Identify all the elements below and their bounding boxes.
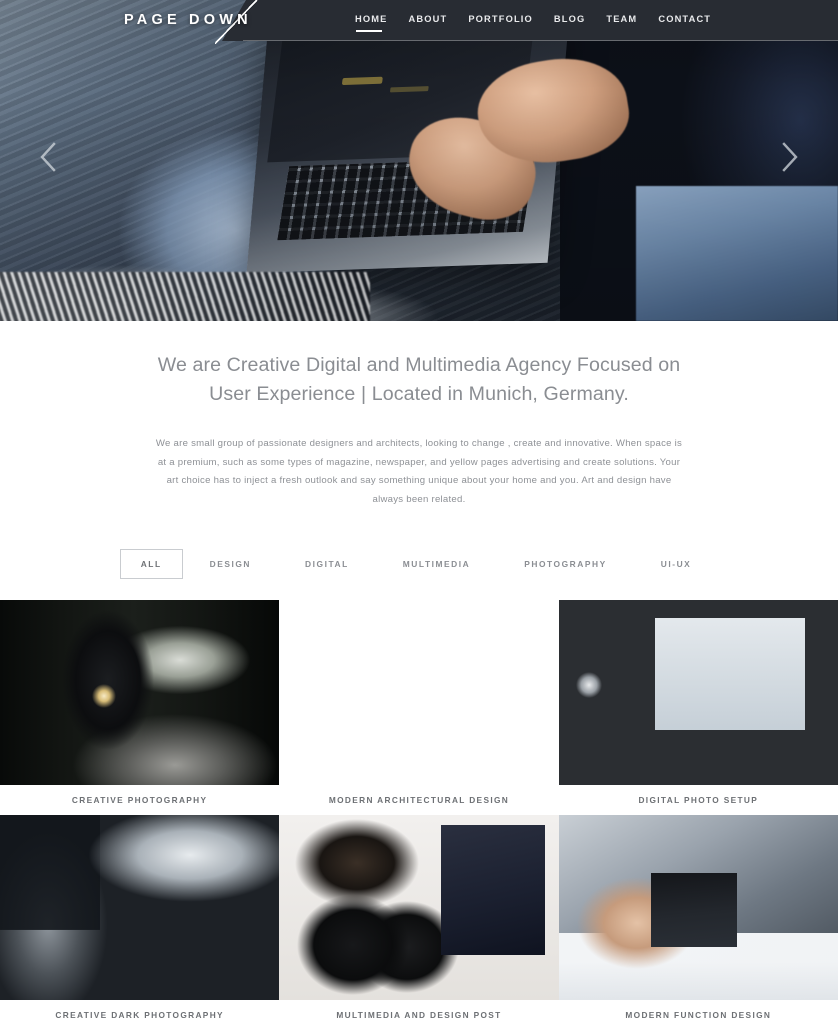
main-navigation: HOME ABOUT PORTFOLIO BLOG TEAM CONTACT [355, 14, 711, 32]
portfolio-thumbnail-stairs[interactable] [279, 600, 558, 785]
page-title: We are Creative Digital and Multimedia A… [157, 354, 681, 405]
portfolio-grid: CREATIVE PHOTOGRAPHY MODERN ARCHITECTURA… [0, 600, 838, 1024]
portfolio-caption: MULTIMEDIA AND DESIGN POST [279, 1000, 559, 1024]
portfolio-thumbnail-hand-phone[interactable] [558, 815, 838, 1000]
portfolio-caption: MODERN ARCHITECTURAL DESIGN [279, 785, 559, 815]
portfolio-thumbnail-desk-setup[interactable] [558, 600, 838, 785]
hero-prev-arrow[interactable] [36, 140, 62, 174]
chevron-right-icon [782, 142, 798, 172]
filter-ui-ux[interactable]: UI-UX [634, 549, 719, 579]
portfolio-caption: CREATIVE PHOTOGRAPHY [0, 785, 280, 815]
filter-photography[interactable]: PHOTOGRAPHY [497, 549, 634, 579]
portfolio-thumbnail-headphones[interactable] [279, 815, 559, 1000]
filter-design[interactable]: DESIGN [183, 549, 278, 579]
portfolio-item[interactable]: MULTIMEDIA AND DESIGN POST [279, 815, 559, 1024]
portfolio-item[interactable]: DIGITAL PHOTO SETUP [558, 600, 838, 815]
portfolio-item[interactable]: MODERN FUNCTION DESIGN [558, 815, 838, 1024]
filter-all[interactable]: ALL [119, 549, 183, 579]
hero-next-arrow[interactable] [776, 140, 802, 174]
intro-section: We are Creative Digital and Multimedia A… [0, 321, 838, 509]
filter-digital[interactable]: DIGITAL [278, 549, 376, 579]
portfolio-filter-bar: ALL DESIGN DIGITAL MULTIMEDIA PHOTOGRAPH… [0, 549, 838, 600]
nav-item-team[interactable]: TEAM [606, 14, 637, 32]
portfolio-thumbnail-cliff[interactable] [0, 815, 280, 1000]
portfolio-item[interactable]: CREATIVE PHOTOGRAPHY [0, 600, 280, 815]
portfolio-thumbnail-motorcycle[interactable] [0, 600, 280, 785]
nav-item-blog[interactable]: BLOG [554, 14, 585, 32]
nav-item-portfolio[interactable]: PORTFOLIO [468, 14, 533, 32]
navbar-underline-rule [243, 40, 838, 41]
portfolio-item[interactable]: CREATIVE DARK PHOTOGRAPHY [0, 815, 280, 1024]
portfolio-caption: CREATIVE DARK PHOTOGRAPHY [0, 1000, 280, 1024]
nav-item-home[interactable]: HOME [355, 14, 388, 32]
portfolio-item[interactable]: MODERN ARCHITECTURAL DESIGN [279, 600, 559, 815]
hero-vignette [0, 0, 838, 321]
portfolio-caption: DIGITAL PHOTO SETUP [558, 785, 838, 815]
intro-paragraph: We are small group of passionate designe… [155, 438, 683, 505]
chevron-left-icon [40, 142, 56, 172]
nav-item-contact[interactable]: CONTACT [658, 14, 711, 32]
nav-item-about[interactable]: ABOUT [409, 14, 448, 32]
landing-page: PAGE DOWN HOME ABOUT PORTFOLIO BLOG TEAM… [0, 0, 838, 1024]
filter-multimedia[interactable]: MULTIMEDIA [376, 549, 497, 579]
hero-slider: PAGE DOWN HOME ABOUT PORTFOLIO BLOG TEAM… [0, 0, 838, 321]
portfolio-caption: MODERN FUNCTION DESIGN [558, 1000, 838, 1024]
site-logo[interactable]: PAGE DOWN [124, 12, 252, 28]
